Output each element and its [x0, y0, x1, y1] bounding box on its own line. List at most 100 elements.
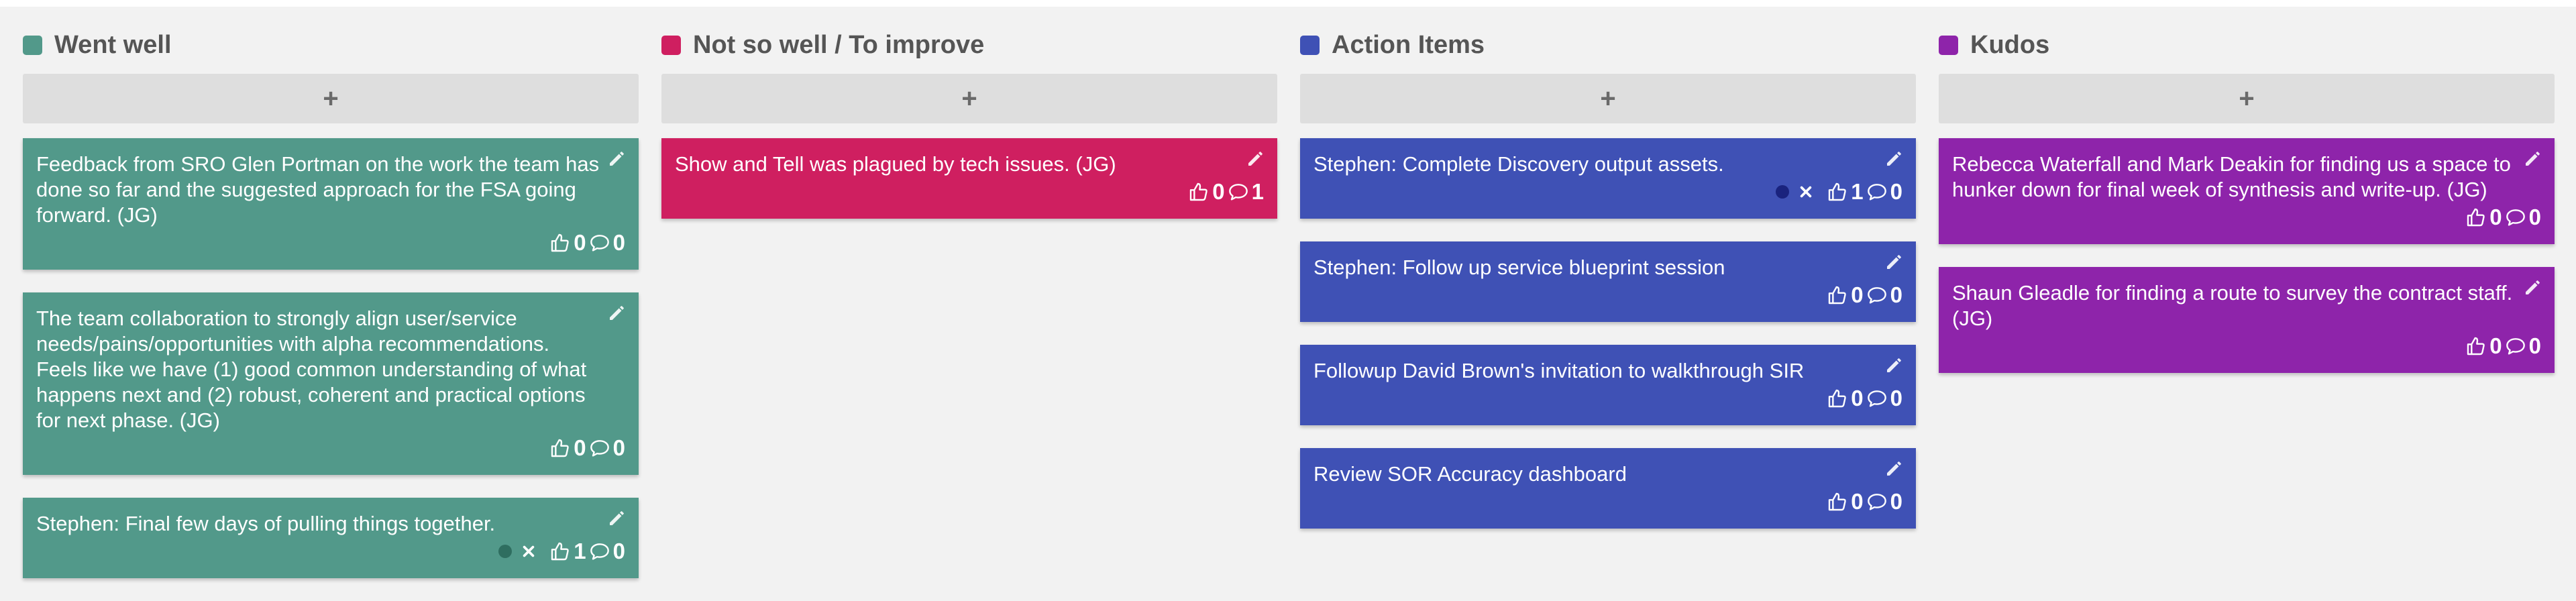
thumbs-up-icon [2467, 208, 2485, 227]
column-header: Action Items [1300, 25, 1916, 64]
comment-icon [2506, 209, 2525, 226]
comment-icon [1867, 287, 1886, 304]
pencil-icon [610, 511, 624, 525]
comment-count: 0 [1890, 179, 1902, 204]
add-card-button[interactable]: + [661, 74, 1277, 123]
card-footer: 10 [1313, 178, 1902, 205]
comment-count: 0 [612, 435, 625, 460]
pencil-icon [1887, 358, 1901, 372]
like-button[interactable]: 0 [1188, 179, 1225, 205]
thumbs-up-icon [2467, 337, 2485, 356]
card-list: Stephen: Complete Discovery output asset… [1300, 138, 1916, 529]
card-text: The team collaboration to strongly align… [36, 307, 587, 432]
like-button[interactable]: 0 [549, 435, 586, 461]
column-color-swatch [1939, 35, 1958, 55]
add-card-button[interactable]: + [23, 74, 639, 123]
card-text: Show and Tell was plagued by tech issues… [675, 152, 1116, 176]
retro-board: Went well + Feedback from SRO Glen Portman… [23, 25, 2555, 601]
retro-card: Rebecca Waterfall and Mark Deakin for fi… [1939, 138, 2555, 244]
edit-card-button[interactable] [1245, 149, 1265, 169]
edit-card-button[interactable] [606, 303, 627, 323]
edit-card-button[interactable] [1884, 149, 1904, 169]
column: Action Items + Stephen: Complete Discovery… [1300, 25, 1916, 601]
column-title: Not so well / To improve [693, 30, 985, 59]
status-dot [1776, 185, 1790, 199]
card-text: Rebecca Waterfall and Mark Deakin for fi… [1952, 152, 2511, 201]
like-button[interactable]: 1 [1827, 179, 1864, 205]
comment-icon [590, 235, 609, 252]
comment-button[interactable]: 0 [589, 539, 625, 564]
card-footer: 00 [1313, 488, 1902, 515]
edit-card-button[interactable] [1884, 459, 1904, 479]
card-text: Shaun Gleadle for finding a route to sur… [1952, 281, 2513, 330]
retro-card: Stephen: Follow up service blueprint ses… [1300, 241, 1916, 322]
comment-button[interactable]: 0 [589, 230, 625, 256]
comment-button[interactable]: 0 [1866, 386, 1902, 411]
column-color-swatch [23, 35, 42, 55]
card-list: Rebecca Waterfall and Mark Deakin for fi… [1939, 138, 2555, 373]
thumbs-up-icon [551, 233, 570, 252]
column-title: Went well [54, 30, 172, 59]
edit-card-button[interactable] [2522, 149, 2542, 169]
comment-icon [590, 543, 609, 560]
comment-count: 0 [1890, 386, 1902, 411]
pencil-icon [1887, 461, 1901, 476]
column: Not so well / To improve + Show and Tell w… [661, 25, 1277, 601]
like-button[interactable]: 0 [1827, 386, 1864, 411]
like-button[interactable]: 0 [549, 230, 586, 256]
close-icon [523, 545, 535, 557]
retro-card: Feedback from SRO Glen Portman on the wo… [23, 138, 639, 270]
like-button[interactable]: 0 [2465, 333, 2502, 359]
remove-button[interactable] [521, 544, 536, 559]
comment-button[interactable]: 0 [2505, 333, 2541, 359]
thumbs-up-icon [1829, 492, 1847, 511]
comment-button[interactable]: 0 [1866, 489, 1902, 514]
comment-count: 1 [1251, 179, 1264, 204]
like-button[interactable]: 1 [549, 539, 586, 564]
card-text: Stephen: Final few days of pulling thing… [36, 512, 496, 535]
like-count: 0 [2489, 333, 2502, 358]
card-text: Review SOR Accuracy dashboard [1313, 462, 1627, 486]
like-count: 1 [1851, 179, 1864, 204]
column-title: Action Items [1332, 30, 1485, 59]
comment-button[interactable]: 1 [1228, 179, 1264, 205]
comment-icon [1867, 184, 1886, 201]
like-button[interactable]: 0 [1827, 489, 1864, 514]
retro-card: Review SOR Accuracy dashboard 0 0 [1300, 448, 1916, 529]
add-card-button[interactable]: + [1939, 74, 2555, 123]
card-footer: 00 [36, 435, 625, 461]
comment-button[interactable]: 0 [1866, 179, 1902, 205]
like-count: 0 [1851, 489, 1864, 514]
column-header: Kudos [1939, 25, 2555, 64]
top-strip [0, 0, 2576, 7]
pencil-icon [1887, 152, 1901, 166]
column-header: Not so well / To improve [661, 25, 1277, 64]
column-header: Went well [23, 25, 639, 64]
remove-button[interactable] [1799, 184, 1813, 199]
edit-card-button[interactable] [1884, 356, 1904, 376]
comment-button[interactable]: 0 [589, 435, 625, 461]
like-count: 0 [2489, 205, 2502, 229]
card-footer: 10 [36, 538, 625, 565]
edit-card-button[interactable] [606, 508, 627, 529]
card-list: Show and Tell was plagued by tech issues… [661, 138, 1277, 219]
pencil-icon [1248, 152, 1263, 166]
add-card-button[interactable]: + [1300, 74, 1916, 123]
comment-button[interactable]: 0 [1866, 282, 1902, 308]
comment-count: 0 [1890, 282, 1902, 307]
edit-card-button[interactable] [606, 149, 627, 169]
edit-card-button[interactable] [2522, 278, 2542, 298]
retro-card: Shaun Gleadle for finding a route to sur… [1939, 267, 2555, 373]
like-count: 1 [574, 539, 586, 563]
card-footer: 00 [1313, 282, 1902, 309]
comment-icon [1867, 494, 1886, 510]
thumbs-up-icon [1829, 182, 1847, 201]
comment-button[interactable]: 0 [2505, 205, 2541, 230]
like-button[interactable]: 0 [1827, 282, 1864, 308]
pencil-icon [1887, 255, 1901, 269]
like-button[interactable]: 0 [2465, 205, 2502, 230]
pencil-icon [610, 152, 624, 166]
edit-card-button[interactable] [1884, 252, 1904, 272]
column-color-swatch [1300, 35, 1320, 55]
thumbs-up-icon [1829, 286, 1847, 305]
